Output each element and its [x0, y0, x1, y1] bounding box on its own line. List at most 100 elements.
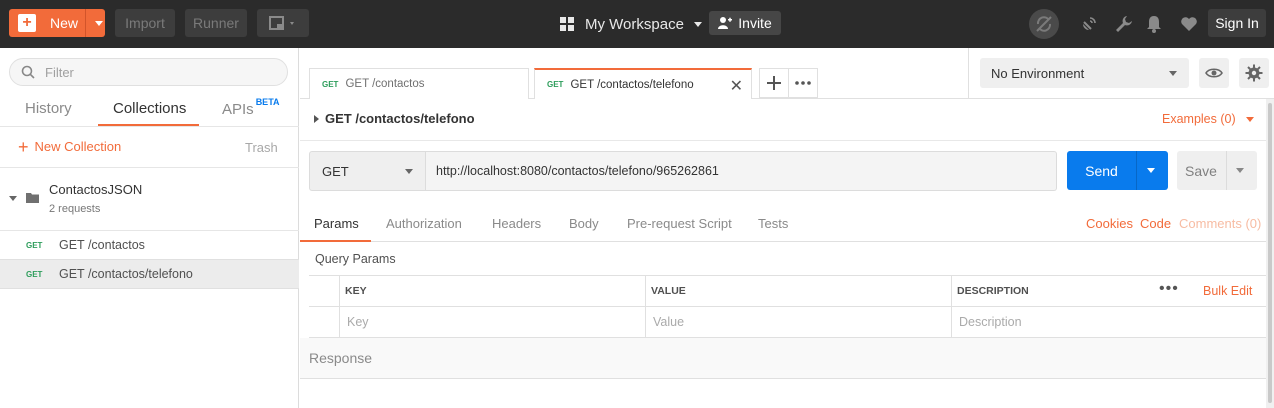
environment-quick-look-button[interactable] [1199, 58, 1229, 88]
request-tab-label: GET /contactos [345, 78, 425, 90]
trash-link[interactable]: Trash [245, 140, 278, 155]
new-dropdown-icon[interactable] [95, 21, 103, 26]
sync-off-icon[interactable] [1029, 9, 1059, 39]
workspace-selector[interactable]: My Workspace [560, 12, 702, 36]
column-divider [339, 276, 340, 338]
key-input[interactable]: Key [347, 315, 369, 329]
more-icon[interactable]: ••• [1159, 280, 1179, 298]
request-name: GET /contactos/telefono [59, 267, 193, 281]
heart-icon[interactable] [1179, 14, 1199, 34]
bulk-edit-link[interactable]: Bulk Edit [1203, 284, 1252, 298]
chevron-down-icon [1169, 71, 1177, 76]
bell-icon[interactable] [1144, 14, 1164, 34]
method-select[interactable]: GET [309, 151, 426, 191]
chevron-down-icon [405, 169, 413, 174]
collection-count: 2 requests [49, 203, 101, 215]
examples-dropdown[interactable]: Examples (0) [1162, 112, 1254, 126]
close-icon[interactable]: ✕ [730, 76, 743, 96]
add-tab-button[interactable] [759, 68, 789, 98]
method-badge: GET [322, 79, 339, 89]
new-button-label: New [50, 15, 79, 31]
more-icon [795, 81, 811, 85]
import-button[interactable]: Import [115, 9, 175, 37]
tab-body[interactable]: Body [569, 216, 599, 231]
environment-label: No Environment [991, 65, 1085, 81]
tab-apis-label: APIs [222, 101, 254, 118]
method-badge: GET [26, 269, 43, 279]
comments-link[interactable]: Comments (0) [1179, 216, 1261, 231]
environment-select[interactable]: No Environment [980, 58, 1189, 88]
tab-history[interactable]: History [25, 100, 72, 117]
grid-icon [560, 17, 574, 31]
manage-environments-button[interactable] [1239, 58, 1269, 88]
examples-label: Examples (0) [1162, 112, 1236, 126]
save-button[interactable]: Save [1177, 151, 1257, 190]
chevron-down-icon [1245, 116, 1254, 122]
eye-icon [1205, 68, 1223, 78]
url-value: http://localhost:8080/contactos/telefono… [436, 164, 719, 178]
collection-item[interactable]: ContactosJSON 2 requests [0, 168, 299, 230]
request-tab-active[interactable]: GET GET /contactos/telefono ✕ [534, 68, 752, 99]
new-window-button[interactable] [257, 9, 309, 37]
save-button-label: Save [1185, 162, 1217, 179]
new-collection-button[interactable]: + New Collection [18, 136, 122, 157]
satellite-icon[interactable] [1079, 14, 1099, 34]
gear-icon [1245, 64, 1263, 82]
query-params-table: KEY VALUE DESCRIPTION ••• Bulk Edit Key … [309, 275, 1266, 338]
signin-button[interactable]: Sign In [1208, 9, 1266, 37]
send-separator [1136, 151, 1137, 190]
search-input[interactable] [45, 64, 265, 80]
value-input[interactable]: Value [653, 315, 684, 329]
sidebar-request-item[interactable]: GET GET /contactos/telefono [0, 259, 299, 289]
request-title[interactable]: GET /contactos/telefono [325, 111, 475, 126]
cookies-link[interactable]: Cookies [1086, 216, 1133, 231]
send-button-label: Send [1085, 162, 1118, 179]
sidebar-request-item[interactable]: GET GET /contactos [0, 230, 299, 260]
tab-authorization[interactable]: Authorization [386, 216, 462, 231]
tab-headers[interactable]: Headers [492, 216, 541, 231]
code-link[interactable]: Code [1140, 216, 1171, 231]
request-tabs-bar: GET GET /contactos GET GET /contactos/te… [300, 48, 968, 99]
tab-tests[interactable]: Tests [758, 216, 788, 231]
request-tab[interactable]: GET GET /contactos [309, 68, 529, 99]
scrollbar[interactable] [1266, 99, 1274, 408]
active-tab-indicator [300, 240, 371, 242]
send-dropdown-icon[interactable] [1147, 168, 1155, 173]
invite-button-label: Invite [738, 15, 772, 31]
chevron-down-icon [693, 21, 702, 27]
plus-icon [767, 76, 781, 90]
description-input[interactable]: Description [959, 315, 1022, 329]
request-config-tabs: Params Authorization Headers Body Pre-re… [300, 201, 1266, 242]
new-collection-label: New Collection [34, 139, 122, 154]
tab-apis[interactable]: APIs BETA [222, 97, 280, 118]
divider [0, 126, 299, 127]
column-header-description: DESCRIPTION [957, 285, 1029, 297]
response-label: Response [309, 350, 373, 366]
tab-collections[interactable]: Collections [113, 100, 186, 117]
collection-name: ContactosJSON [49, 182, 143, 197]
top-bar: + New Import Runner My Workspace Invite [0, 0, 1274, 48]
scrollbar-thumb[interactable] [1268, 103, 1272, 403]
wrench-icon[interactable] [1114, 14, 1134, 34]
collapse-arrow-icon[interactable] [9, 196, 17, 201]
save-dropdown-icon[interactable] [1236, 168, 1244, 173]
send-button[interactable]: Send [1067, 151, 1168, 190]
request-title-row: GET /contactos/telefono Examples (0) [300, 99, 1266, 141]
search-box[interactable] [9, 58, 288, 86]
plus-icon: + [18, 136, 29, 157]
tab-prerequest-script[interactable]: Pre-request Script [627, 216, 732, 231]
new-button[interactable]: + New [9, 9, 105, 37]
workspace-label: My Workspace [585, 15, 684, 33]
request-name: GET /contactos [59, 238, 145, 252]
runner-button[interactable]: Runner [185, 9, 247, 37]
tab-params[interactable]: Params [314, 216, 359, 231]
expand-arrow-icon[interactable] [314, 115, 319, 123]
folder-icon [26, 193, 39, 203]
add-window-icon [269, 16, 294, 30]
sidebar: History Collections APIsBETA + New Colle… [0, 48, 299, 408]
tab-options-button[interactable] [788, 68, 818, 98]
invite-button[interactable]: Invite [709, 11, 781, 35]
main-panel: GET GET /contactos GET GET /contactos/te… [300, 48, 1274, 408]
url-input[interactable]: http://localhost:8080/contactos/telefono… [426, 151, 1057, 191]
response-panel: Response [300, 338, 1266, 379]
